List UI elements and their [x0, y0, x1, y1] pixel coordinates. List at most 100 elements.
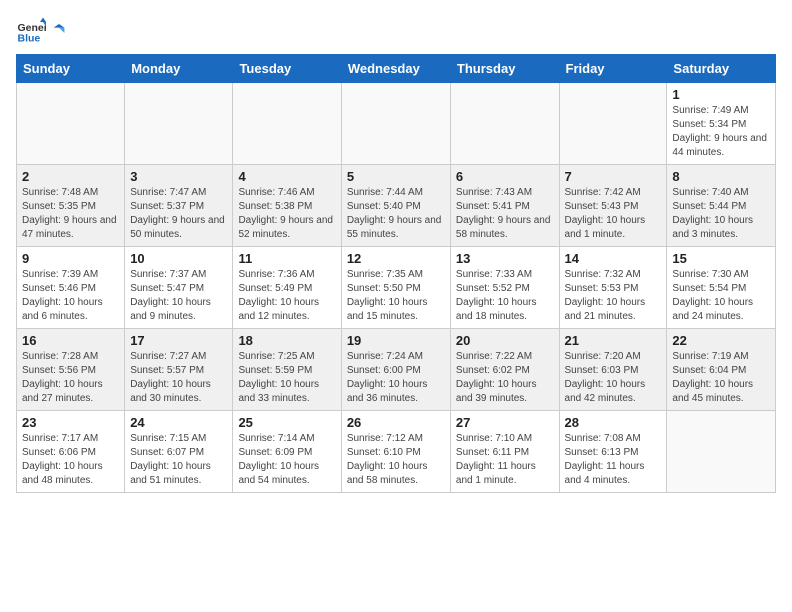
calendar-day-cell: 6 Sunrise: 7:43 AM Sunset: 5:41 PM Daylig… — [450, 165, 559, 247]
calendar-day-cell: 9 Sunrise: 7:39 AM Sunset: 5:46 PM Daylig… — [17, 247, 125, 329]
calendar-day-cell: 4 Sunrise: 7:46 AM Sunset: 5:38 PM Daylig… — [233, 165, 341, 247]
day-number: 15 — [672, 251, 770, 266]
day-number: 25 — [238, 415, 335, 430]
calendar-day-cell: 16 Sunrise: 7:28 AM Sunset: 5:56 PM Dayli… — [17, 329, 125, 411]
weekday-header-saturday: Saturday — [667, 55, 776, 83]
day-number: 10 — [130, 251, 227, 266]
day-info: Sunrise: 7:42 AM Sunset: 5:43 PM Dayligh… — [565, 186, 662, 242]
day-info: Sunrise: 7:15 AM Sunset: 6:07 PM Dayligh… — [130, 432, 227, 488]
day-number: 24 — [130, 415, 227, 430]
day-info: Sunrise: 7:44 AM Sunset: 5:40 PM Dayligh… — [347, 186, 445, 242]
day-number: 13 — [456, 251, 554, 266]
day-number: 9 — [22, 251, 119, 266]
day-number: 20 — [456, 333, 554, 348]
calendar-day-cell: 7 Sunrise: 7:42 AM Sunset: 5:43 PM Daylig… — [559, 165, 667, 247]
day-number: 3 — [130, 169, 227, 184]
day-number: 26 — [347, 415, 445, 430]
weekday-header-sunday: Sunday — [17, 55, 125, 83]
day-number: 23 — [22, 415, 119, 430]
calendar-day-cell: 14 Sunrise: 7:32 AM Sunset: 5:53 PM Dayli… — [559, 247, 667, 329]
day-number: 1 — [672, 87, 770, 102]
day-number: 16 — [22, 333, 119, 348]
calendar-day-cell: 11 Sunrise: 7:36 AM Sunset: 5:49 PM Dayli… — [233, 247, 341, 329]
calendar-day-cell — [559, 83, 667, 165]
day-info: Sunrise: 7:40 AM Sunset: 5:44 PM Dayligh… — [672, 186, 770, 242]
calendar-day-cell: 26 Sunrise: 7:12 AM Sunset: 6:10 PM Dayli… — [341, 411, 450, 493]
day-info: Sunrise: 7:28 AM Sunset: 5:56 PM Dayligh… — [22, 350, 119, 406]
calendar-day-cell: 20 Sunrise: 7:22 AM Sunset: 6:02 PM Dayli… — [450, 329, 559, 411]
calendar-day-cell — [233, 83, 341, 165]
day-info: Sunrise: 7:43 AM Sunset: 5:41 PM Dayligh… — [456, 186, 554, 242]
day-number: 6 — [456, 169, 554, 184]
day-info: Sunrise: 7:12 AM Sunset: 6:10 PM Dayligh… — [347, 432, 445, 488]
day-number: 11 — [238, 251, 335, 266]
day-info: Sunrise: 7:46 AM Sunset: 5:38 PM Dayligh… — [238, 186, 335, 242]
logo-icon: General Blue — [16, 16, 46, 46]
calendar-day-cell: 21Sunrise: 7:20 AM Sunset: 6:03 PM Dayli… — [559, 329, 667, 411]
day-info: Sunrise: 7:19 AM Sunset: 6:04 PM Dayligh… — [672, 350, 770, 406]
calendar-day-cell: 12 Sunrise: 7:35 AM Sunset: 5:50 PM Dayli… — [341, 247, 450, 329]
day-number: 19 — [347, 333, 445, 348]
day-number: 2 — [22, 169, 119, 184]
day-number: 4 — [238, 169, 335, 184]
logo: General Blue — [16, 16, 68, 46]
day-number: 28 — [565, 415, 662, 430]
calendar-week-row: 23 Sunrise: 7:17 AM Sunset: 6:06 PM Dayli… — [17, 411, 776, 493]
calendar-day-cell: 28 Sunrise: 7:08 AM Sunset: 6:13 PM Dayli… — [559, 411, 667, 493]
day-info: Sunrise: 7:17 AM Sunset: 6:06 PM Dayligh… — [22, 432, 119, 488]
day-number: 21 — [565, 333, 662, 348]
calendar-day-cell — [17, 83, 125, 165]
day-number: 14 — [565, 251, 662, 266]
calendar-day-cell: 3 Sunrise: 7:47 AM Sunset: 5:37 PM Daylig… — [125, 165, 233, 247]
calendar-day-cell — [341, 83, 450, 165]
calendar-day-cell: 13 Sunrise: 7:33 AM Sunset: 5:52 PM Dayli… — [450, 247, 559, 329]
day-info: Sunrise: 7:36 AM Sunset: 5:49 PM Dayligh… — [238, 268, 335, 324]
day-info: Sunrise: 7:33 AM Sunset: 5:52 PM Dayligh… — [456, 268, 554, 324]
page-header: General Blue — [16, 16, 776, 46]
calendar-day-cell — [125, 83, 233, 165]
calendar-table: SundayMondayTuesdayWednesdayThursdayFrid… — [16, 54, 776, 493]
calendar-week-row: 1 Sunrise: 7:49 AM Sunset: 5:34 PM Daylig… — [17, 83, 776, 165]
calendar-day-cell: 2 Sunrise: 7:48 AM Sunset: 5:35 PM Daylig… — [17, 165, 125, 247]
calendar-day-cell: 25 Sunrise: 7:14 AM Sunset: 6:09 PM Dayli… — [233, 411, 341, 493]
day-info: Sunrise: 7:39 AM Sunset: 5:46 PM Dayligh… — [22, 268, 119, 324]
day-info: Sunrise: 7:35 AM Sunset: 5:50 PM Dayligh… — [347, 268, 445, 324]
calendar-day-cell: 18Sunrise: 7:25 AM Sunset: 5:59 PM Dayli… — [233, 329, 341, 411]
day-number: 12 — [347, 251, 445, 266]
calendar-day-cell: 8Sunrise: 7:40 AM Sunset: 5:44 PM Daylig… — [667, 165, 776, 247]
weekday-header-friday: Friday — [559, 55, 667, 83]
calendar-day-cell — [667, 411, 776, 493]
calendar-day-cell: 23 Sunrise: 7:17 AM Sunset: 6:06 PM Dayli… — [17, 411, 125, 493]
day-info: Sunrise: 7:47 AM Sunset: 5:37 PM Dayligh… — [130, 186, 227, 242]
day-info: Sunrise: 7:27 AM Sunset: 5:57 PM Dayligh… — [130, 350, 227, 406]
day-number: 22 — [672, 333, 770, 348]
weekday-header-wednesday: Wednesday — [341, 55, 450, 83]
calendar-day-cell: 17Sunrise: 7:27 AM Sunset: 5:57 PM Dayli… — [125, 329, 233, 411]
calendar-day-cell: 15 Sunrise: 7:30 AM Sunset: 5:54 PM Dayli… — [667, 247, 776, 329]
day-info: Sunrise: 7:24 AM Sunset: 6:00 PM Dayligh… — [347, 350, 445, 406]
day-info: Sunrise: 7:37 AM Sunset: 5:47 PM Dayligh… — [130, 268, 227, 324]
calendar-week-row: 9 Sunrise: 7:39 AM Sunset: 5:46 PM Daylig… — [17, 247, 776, 329]
day-info: Sunrise: 7:22 AM Sunset: 6:02 PM Dayligh… — [456, 350, 554, 406]
day-info: Sunrise: 7:32 AM Sunset: 5:53 PM Dayligh… — [565, 268, 662, 324]
calendar-week-row: 16 Sunrise: 7:28 AM Sunset: 5:56 PM Dayli… — [17, 329, 776, 411]
day-info: Sunrise: 7:48 AM Sunset: 5:35 PM Dayligh… — [22, 186, 119, 242]
calendar-day-cell: 27Sunrise: 7:10 AM Sunset: 6:11 PM Dayli… — [450, 411, 559, 493]
day-info: Sunrise: 7:14 AM Sunset: 6:09 PM Dayligh… — [238, 432, 335, 488]
day-number: 18 — [238, 333, 335, 348]
day-info: Sunrise: 7:08 AM Sunset: 6:13 PM Dayligh… — [565, 432, 662, 488]
weekday-header-thursday: Thursday — [450, 55, 559, 83]
calendar-day-cell: 22 Sunrise: 7:19 AM Sunset: 6:04 PM Dayli… — [667, 329, 776, 411]
day-info: Sunrise: 7:49 AM Sunset: 5:34 PM Dayligh… — [672, 104, 770, 160]
calendar-day-cell: 5Sunrise: 7:44 AM Sunset: 5:40 PM Daylig… — [341, 165, 450, 247]
calendar-day-cell: 19 Sunrise: 7:24 AM Sunset: 6:00 PM Dayli… — [341, 329, 450, 411]
calendar-day-cell: 10 Sunrise: 7:37 AM Sunset: 5:47 PM Dayli… — [125, 247, 233, 329]
calendar-day-cell: 1 Sunrise: 7:49 AM Sunset: 5:34 PM Daylig… — [667, 83, 776, 165]
day-number: 7 — [565, 169, 662, 184]
weekday-header-row: SundayMondayTuesdayWednesdayThursdayFrid… — [17, 55, 776, 83]
day-number: 27 — [456, 415, 554, 430]
day-info: Sunrise: 7:30 AM Sunset: 5:54 PM Dayligh… — [672, 268, 770, 324]
calendar-week-row: 2 Sunrise: 7:48 AM Sunset: 5:35 PM Daylig… — [17, 165, 776, 247]
weekday-header-monday: Monday — [125, 55, 233, 83]
svg-text:Blue: Blue — [18, 33, 41, 45]
